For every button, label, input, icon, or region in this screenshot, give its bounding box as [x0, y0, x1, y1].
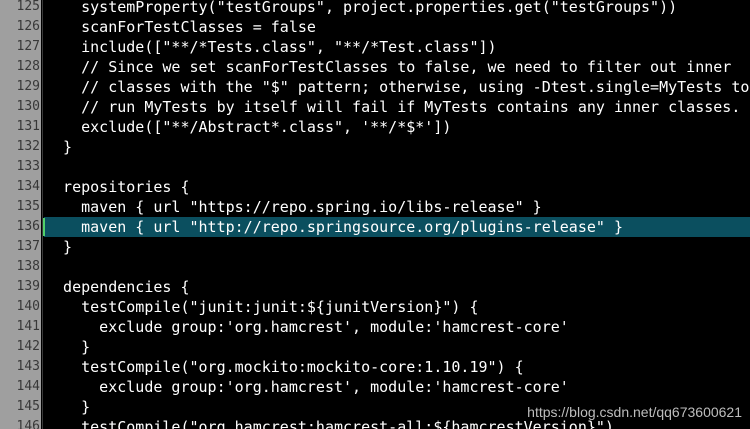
code-editor[interactable]: 125 systemProperty("testGroups", project…: [0, 0, 750, 429]
code-text[interactable]: }: [45, 237, 72, 257]
code-line[interactable]: 144 exclude group:'org.hamcrest', module…: [0, 377, 750, 397]
code-text[interactable]: exclude group:'org.hamcrest', module:'ha…: [45, 377, 569, 397]
line-number: 146: [16, 419, 40, 429]
code-lines[interactable]: 125 systemProperty("testGroups", project…: [0, 0, 750, 429]
code-text[interactable]: maven { url "https://repo.spring.io/libs…: [45, 197, 542, 217]
code-text[interactable]: maven { url "http://repo.springsource.or…: [45, 217, 623, 237]
line-number: 126: [16, 19, 40, 34]
code-line[interactable]: 129 // classes with the "$" pattern; oth…: [0, 77, 750, 97]
code-line[interactable]: 127 include(["**/*Tests.class", "**/*Tes…: [0, 37, 750, 57]
code-line-current[interactable]: 136 maven { url "http://repo.springsourc…: [0, 217, 750, 237]
code-text[interactable]: // classes with the "$" pattern; otherwi…: [45, 77, 749, 97]
code-text[interactable]: // run MyTests by itself will fail if My…: [45, 97, 740, 117]
line-number: 136: [16, 219, 40, 234]
line-number: 135: [16, 199, 40, 214]
code-line[interactable]: 138: [0, 257, 750, 277]
code-line[interactable]: 141 exclude group:'org.hamcrest', module…: [0, 317, 750, 337]
code-text[interactable]: exclude group:'org.hamcrest', module:'ha…: [45, 317, 569, 337]
line-number: 138: [16, 259, 40, 274]
code-line[interactable]: 139 dependencies {: [0, 277, 750, 297]
code-line[interactable]: 126 scanForTestClasses = false: [0, 17, 750, 37]
code-text[interactable]: testCompile("org.mockito:mockito-core:1.…: [45, 357, 524, 377]
code-line[interactable]: 143 testCompile("org.mockito:mockito-cor…: [0, 357, 750, 377]
code-text[interactable]: testCompile("junit:junit:${junitVersion}…: [45, 297, 478, 317]
code-line[interactable]: 133: [0, 157, 750, 177]
line-number: 143: [16, 359, 40, 374]
line-number: 144: [16, 379, 40, 394]
line-number: 139: [16, 279, 40, 294]
code-text[interactable]: systemProperty("testGroups", project.pro…: [45, 0, 677, 17]
code-text[interactable]: include(["**/*Tests.class", "**/*Test.cl…: [45, 37, 496, 57]
code-line[interactable]: 140 testCompile("junit:junit:${junitVers…: [0, 297, 750, 317]
line-number: 140: [16, 299, 40, 314]
code-line[interactable]: 137 }: [0, 237, 750, 257]
code-text[interactable]: }: [45, 397, 90, 417]
line-number: 129: [16, 79, 40, 94]
code-line[interactable]: 130 // run MyTests by itself will fail i…: [0, 97, 750, 117]
code-line[interactable]: 142 }: [0, 337, 750, 357]
code-line[interactable]: 128 // Since we set scanForTestClasses t…: [0, 57, 750, 77]
line-number: 125: [16, 0, 40, 14]
line-number: 134: [16, 179, 40, 194]
code-text[interactable]: exclude(["**/Abstract*.class", '**/*$*']…: [45, 117, 451, 137]
code-line[interactable]: 131 exclude(["**/Abstract*.class", '**/*…: [0, 117, 750, 137]
code-line[interactable]: 132 }: [0, 137, 750, 157]
line-number: 141: [16, 319, 40, 334]
line-number: 145: [16, 399, 40, 414]
code-text[interactable]: // Since we set scanForTestClasses to fa…: [45, 57, 731, 77]
line-number: 137: [16, 239, 40, 254]
code-line[interactable]: 125 systemProperty("testGroups", project…: [0, 0, 750, 17]
line-number: 132: [16, 139, 40, 154]
line-number: 128: [16, 59, 40, 74]
code-text[interactable]: }: [45, 337, 90, 357]
code-text[interactable]: repositories {: [45, 177, 189, 197]
code-text[interactable]: }: [45, 137, 72, 157]
watermark-text: https://blog.csdn.net/qq673600621: [527, 404, 742, 420]
code-text[interactable]: scanForTestClasses = false: [45, 17, 316, 37]
line-number: 142: [16, 339, 40, 354]
code-line[interactable]: 135 maven { url "https://repo.spring.io/…: [0, 197, 750, 217]
line-number: 127: [16, 39, 40, 54]
code-text[interactable]: dependencies {: [45, 277, 189, 297]
code-line[interactable]: 134 repositories {: [0, 177, 750, 197]
line-number: 133: [16, 159, 40, 174]
line-number: 130: [16, 99, 40, 114]
line-number: 131: [16, 119, 40, 134]
